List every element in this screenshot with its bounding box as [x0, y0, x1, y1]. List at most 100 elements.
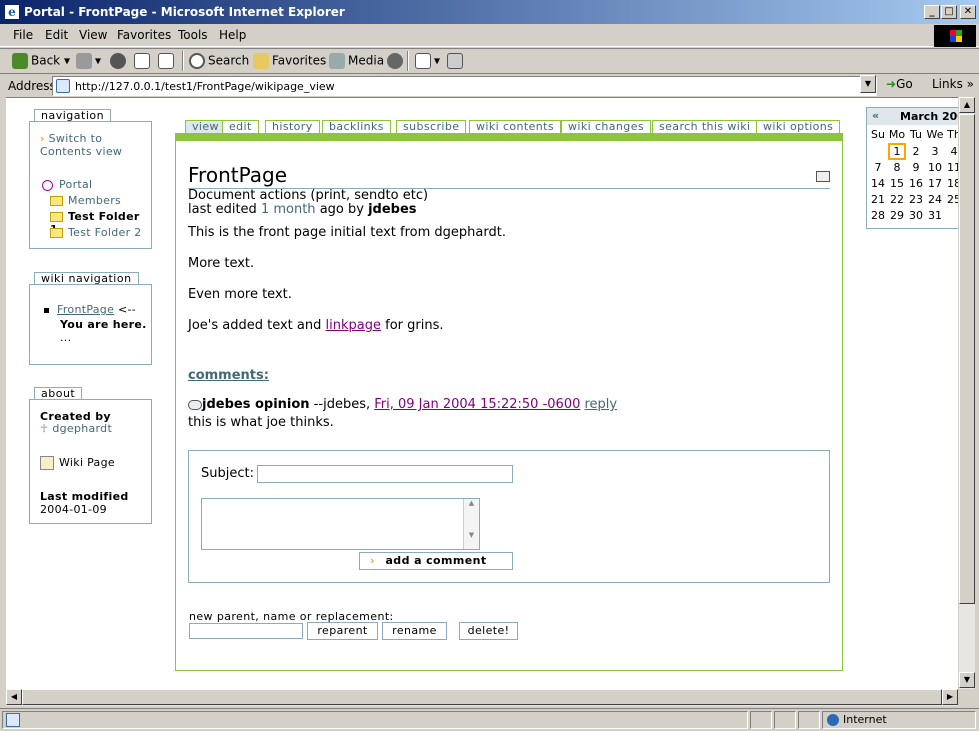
subject-input[interactable]: [257, 465, 513, 483]
calendar-day[interactable]: 29: [888, 209, 906, 222]
go-button[interactable]: ➜Go: [886, 77, 913, 91]
media-button[interactable]: Media: [329, 53, 384, 69]
scroll-down-icon[interactable]: ▼: [959, 672, 975, 688]
close-button[interactable]: ✕: [960, 5, 976, 19]
comment-date-link[interactable]: Fri, 09 Jan 2004 15:22:50 -0600: [374, 397, 580, 412]
calendar-day[interactable]: 16: [907, 177, 925, 190]
address-dropdown-button[interactable]: ▼: [860, 75, 876, 93]
back-button[interactable]: Back ▾: [12, 53, 70, 69]
tab-wiki-options[interactable]: wiki options: [756, 120, 841, 134]
globe-icon: [827, 714, 839, 726]
stop-button[interactable]: [110, 53, 129, 69]
scroll-up-icon: ▲: [468, 499, 475, 507]
menu-view[interactable]: View: [79, 28, 107, 42]
calendar-prev-button[interactable]: «: [872, 109, 879, 122]
calendar-day[interactable]: 30: [907, 209, 925, 222]
mail-icon: [415, 53, 431, 69]
comments-heading[interactable]: comments:: [188, 368, 269, 383]
subject-label: Subject:: [201, 466, 254, 481]
calendar-day[interactable]: 17: [926, 177, 944, 190]
calendar-day[interactable]: 21: [869, 193, 887, 206]
calendar-day[interactable]: 24: [926, 193, 944, 206]
tab-backlinks[interactable]: backlinks: [322, 120, 391, 134]
wiki-page-icon: [40, 456, 54, 470]
mail-button[interactable]: ▾: [415, 53, 440, 69]
scroll-left-icon[interactable]: ◀: [6, 689, 22, 705]
tab-history[interactable]: history: [265, 120, 320, 134]
tab-subscribe[interactable]: subscribe: [396, 120, 467, 134]
tab-edit[interactable]: edit: [222, 120, 259, 134]
horizontal-scroll-thumb[interactable]: [22, 689, 942, 705]
comment-body: this is what joe thinks.: [188, 415, 334, 430]
calendar-day[interactable]: 25: [945, 193, 958, 206]
menu-favorites[interactable]: Favorites: [117, 28, 171, 42]
vertical-scroll-thumb[interactable]: [959, 114, 975, 604]
calendar-day[interactable]: 15: [888, 177, 906, 190]
calendar-day[interactable]: 28: [869, 209, 887, 222]
tab-wiki-contents[interactable]: wiki contents: [469, 120, 562, 134]
menu-tools[interactable]: Tools: [178, 28, 208, 42]
menu-help[interactable]: Help: [219, 28, 246, 42]
calendar-day[interactable]: 18: [945, 177, 958, 190]
favorites-star-icon: [253, 53, 269, 69]
links-button[interactable]: Links »: [932, 77, 974, 91]
calendar-day[interactable]: 14: [869, 177, 887, 190]
calendar-day-header: We: [926, 128, 944, 141]
print-button[interactable]: [447, 53, 466, 69]
linkpage-link[interactable]: linkpage: [326, 318, 381, 333]
scroll-up-icon[interactable]: ▲: [959, 97, 975, 113]
calendar-day[interactable]: 4: [945, 145, 958, 158]
tab-view[interactable]: view: [185, 120, 226, 134]
refresh-button[interactable]: [134, 53, 153, 69]
minimize-button[interactable]: _: [924, 5, 940, 19]
print-icon[interactable]: [816, 171, 830, 182]
browser-viewport: navigation › Switch to Contents view Port…: [6, 97, 958, 689]
calendar-day[interactable]: 23: [907, 193, 925, 206]
maximize-button[interactable]: □: [941, 5, 957, 19]
search-button[interactable]: Search: [189, 53, 249, 69]
reply-link[interactable]: reply: [585, 397, 618, 412]
delete-button[interactable]: delete!: [459, 622, 518, 640]
windows-logo-icon: [934, 25, 976, 47]
nav-portal[interactable]: Portal: [42, 178, 92, 191]
media-icon: [329, 53, 345, 69]
textarea-scrollbar[interactable]: ▲ ▼: [463, 499, 479, 549]
calendar-day-header: Su: [871, 128, 885, 141]
scroll-right-icon[interactable]: ▶: [942, 689, 958, 705]
nav-test-folder-2[interactable]: Test Folder 2: [50, 226, 142, 239]
calendar-day[interactable]: 10: [926, 161, 944, 174]
last-modified-date: 2004-01-09: [40, 503, 107, 516]
calendar-day[interactable]: 7: [869, 161, 887, 174]
home-button[interactable]: [158, 53, 177, 69]
calendar-day[interactable]: 1: [888, 143, 906, 160]
edited-time-link[interactable]: 1 month: [261, 202, 316, 217]
creator-link[interactable]: ☥ dgephardt: [40, 422, 112, 435]
calendar-day[interactable]: 22: [888, 193, 906, 206]
nav-members[interactable]: Members: [50, 194, 121, 207]
rename-input[interactable]: [189, 623, 303, 639]
tab-search-this-wiki[interactable]: search this wiki: [652, 120, 758, 134]
switch-contents-link[interactable]: › Switch to Contents view: [40, 132, 122, 158]
status-panel: [798, 711, 820, 729]
calendar-day[interactable]: 31: [926, 209, 944, 222]
frontpage-link[interactable]: FrontPage: [57, 303, 114, 316]
vertical-scrollbar[interactable]: ▲ ▼: [958, 97, 975, 689]
calendar-day[interactable]: 8: [888, 161, 906, 174]
menu-edit[interactable]: Edit: [45, 28, 68, 42]
forward-button[interactable]: ▾: [76, 53, 101, 69]
horizontal-scrollbar[interactable]: ◀ ▶: [6, 689, 958, 706]
calendar-day[interactable]: 11: [945, 161, 958, 174]
bullet-icon: [44, 307, 49, 313]
rename-button[interactable]: rename: [382, 622, 447, 640]
tab-wiki-changes[interactable]: wiki changes: [561, 120, 651, 134]
calendar-day[interactable]: 9: [907, 161, 925, 174]
calendar-day[interactable]: 3: [926, 145, 944, 158]
address-input[interactable]: http://127.0.0.1/test1/FrontPage/wikipag…: [52, 76, 877, 96]
reparent-button[interactable]: reparent: [307, 622, 378, 640]
history-button[interactable]: [387, 53, 406, 69]
menu-file[interactable]: File: [13, 28, 33, 42]
calendar-day[interactable]: 2: [907, 145, 925, 158]
favorites-button[interactable]: Favorites: [253, 53, 326, 69]
add-comment-button[interactable]: › add a comment: [359, 552, 513, 570]
comment-textarea[interactable]: ▲ ▼: [201, 498, 480, 550]
